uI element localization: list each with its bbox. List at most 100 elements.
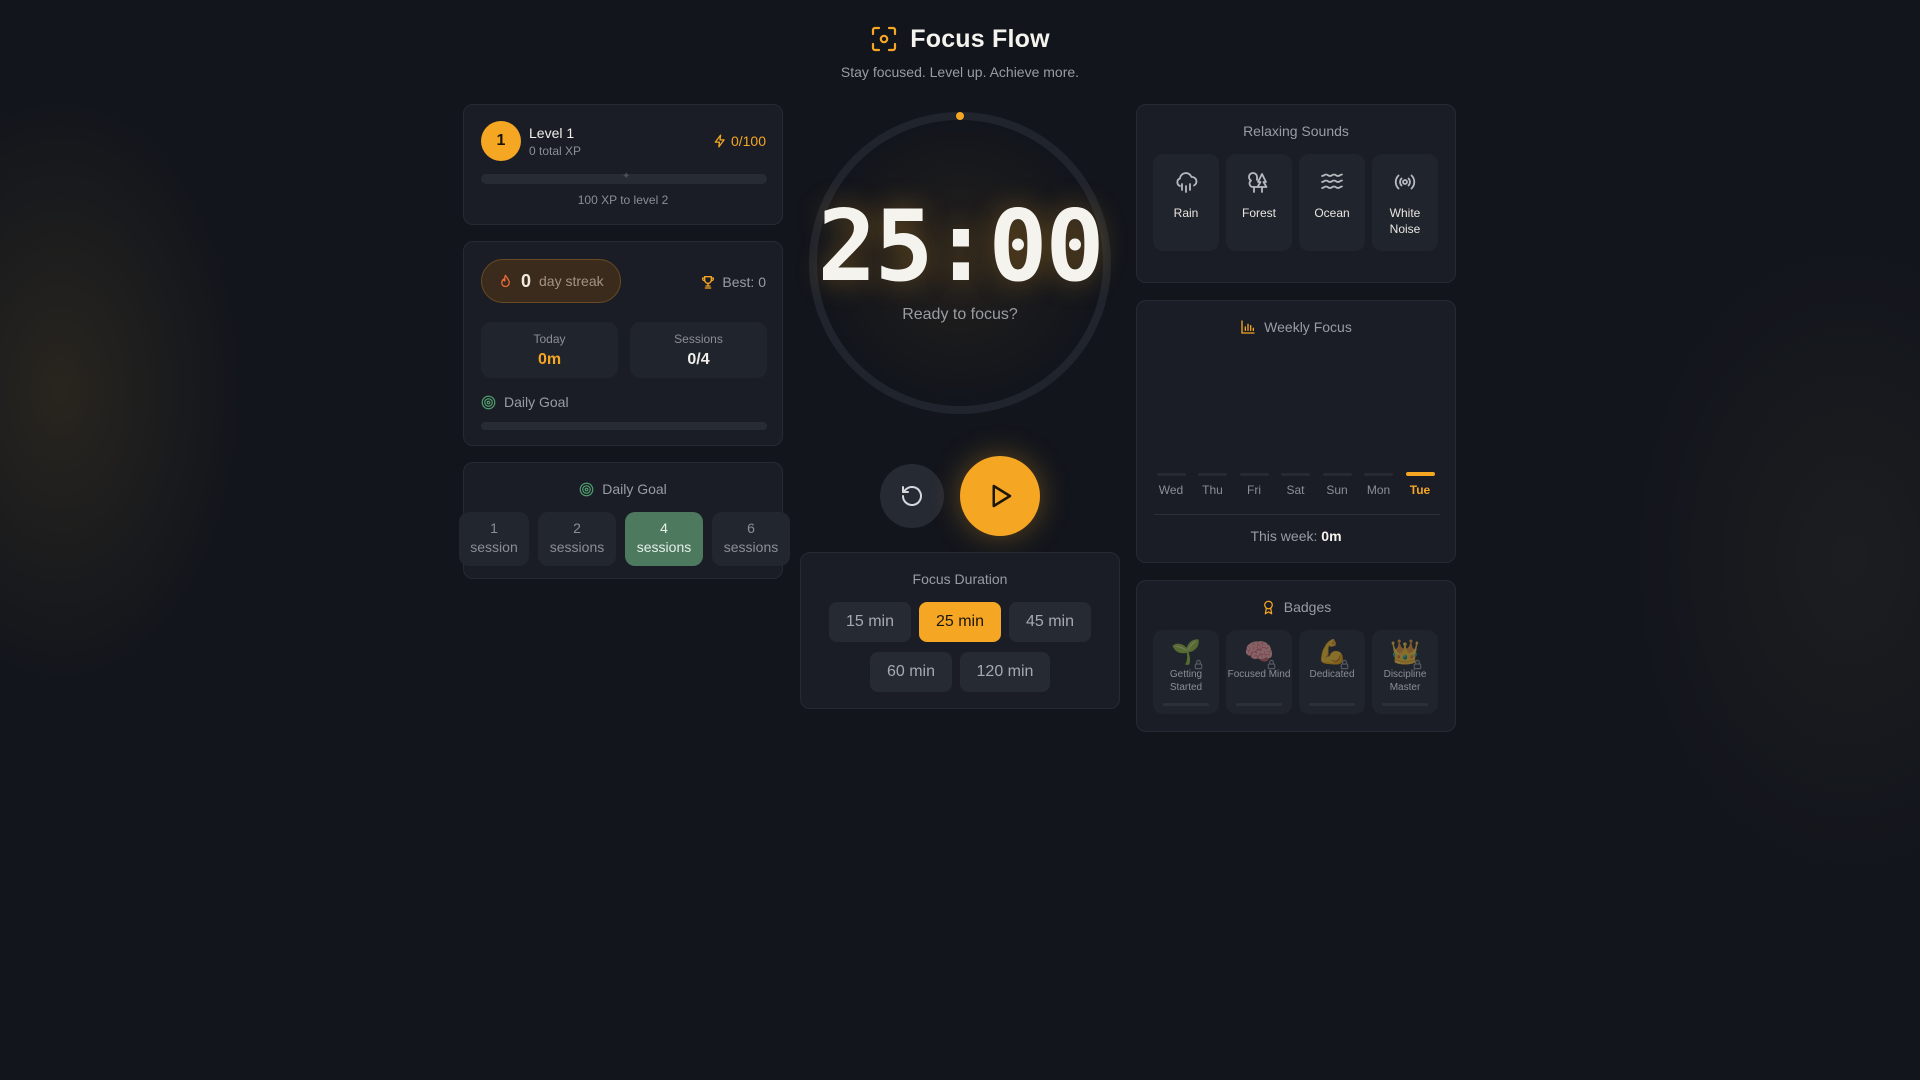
- weekly-focus-header: Weekly Focus: [1137, 319, 1455, 335]
- reset-button[interactable]: [880, 464, 944, 528]
- weekly-bar-thu: [1198, 473, 1227, 476]
- badge-focused-mind[interactable]: 🧠 Focused Mind: [1226, 630, 1292, 714]
- app-title: Focus Flow: [910, 24, 1050, 53]
- badge-progress-bar: [1382, 703, 1428, 706]
- focus-duration-title: Focus Duration: [912, 571, 1008, 587]
- badge-emoji-icon: 💪: [1317, 638, 1349, 670]
- sound-forest-button[interactable]: Forest: [1226, 154, 1292, 251]
- daily-goal-progress-bar: [481, 422, 767, 430]
- goal-option-unit: sessions: [723, 539, 779, 555]
- daily-goal-card: Daily Goal 1 session 2 sessions 4 sessio…: [459, 462, 790, 579]
- badge-emoji-icon: 👑: [1390, 638, 1422, 670]
- weekly-divider: [1154, 514, 1440, 515]
- weekly-total-value: 0m: [1321, 528, 1342, 544]
- weekly-focus-title: Weekly Focus: [1264, 319, 1352, 335]
- weekly-day-label: Tue: [1409, 483, 1431, 497]
- lock-icon: [1267, 659, 1276, 670]
- badge-discipline-master[interactable]: 👑 Discipline Master: [1372, 630, 1438, 714]
- streak-label: day streak: [539, 273, 604, 289]
- timer-status: Ready to focus?: [902, 306, 1018, 323]
- duration-15-button[interactable]: 15 min: [829, 602, 911, 642]
- level-name: Level 1: [529, 125, 575, 141]
- duration-120-button[interactable]: 120 min: [960, 652, 1050, 692]
- badge-emoji-icon: 🌱: [1171, 638, 1203, 670]
- today-label: Today: [533, 332, 566, 346]
- goal-option-2[interactable]: 2 sessions: [538, 512, 616, 566]
- lock-icon: [1340, 659, 1349, 670]
- goal-option-unit: session: [470, 539, 518, 555]
- today-value: 0m: [537, 351, 562, 368]
- total-xp: 0 total XP: [529, 144, 582, 158]
- badge-name: Focused Mind: [1227, 669, 1291, 680]
- xp-progress-label: 0/100: [713, 133, 766, 149]
- badge-progress-bar: [1309, 703, 1355, 706]
- weekly-day-label: Thu: [1202, 483, 1223, 497]
- relaxing-sounds-card: Relaxing Sounds Rain Forest Ocean White …: [1136, 104, 1456, 283]
- goal-option-1[interactable]: 1 session: [459, 512, 529, 566]
- sound-white-noise-button[interactable]: White Noise: [1372, 154, 1438, 251]
- target-icon: [579, 482, 594, 496]
- badge-getting-started[interactable]: 🌱 Getting Started: [1153, 630, 1219, 714]
- app-subtitle: Stay focused. Level up. Achieve more.: [840, 64, 1080, 80]
- weekly-bar-tue: [1405, 472, 1435, 476]
- weekly-day-label: Sat: [1286, 483, 1305, 497]
- goal-option-number: 2: [573, 520, 581, 536]
- goal-option-number: 1: [490, 520, 498, 536]
- trees-icon: [1248, 172, 1268, 193]
- relaxing-sounds-title: Relaxing Sounds: [1243, 123, 1349, 139]
- xp-progress-value: 0/100: [730, 133, 766, 149]
- streak-pill: 0 day streak: [481, 259, 621, 303]
- duration-45-button[interactable]: 45 min: [1009, 602, 1091, 642]
- flame-icon: [501, 274, 510, 287]
- cloud-rain-icon: [1176, 172, 1198, 193]
- daily-goal-progress-label: Daily Goal: [481, 394, 569, 410]
- weekly-day-label: Sun: [1326, 483, 1348, 497]
- duration-60-button[interactable]: 60 min: [870, 652, 952, 692]
- weekly-day-label: Wed: [1158, 483, 1184, 497]
- play-button[interactable]: [960, 456, 1040, 536]
- target-icon: [481, 395, 496, 409]
- badge-dedicated[interactable]: 💪 Dedicated: [1299, 630, 1365, 714]
- title-row: Focus Flow: [0, 24, 1920, 54]
- badge-progress-bar: [1236, 703, 1282, 706]
- badge-name: Dedicated: [1309, 669, 1355, 680]
- sound-label: White Noise: [1389, 206, 1421, 236]
- badge-name: Discipline Master: [1383, 669, 1427, 693]
- weekly-day-label: Mon: [1366, 483, 1391, 497]
- sessions-stat: Sessions 0/4: [630, 322, 767, 378]
- sound-label: Forest: [1241, 206, 1276, 220]
- badges-title: Badges: [1283, 599, 1332, 615]
- goal-option-unit: sessions: [549, 539, 605, 555]
- xp-to-next-level: 100 XP to level 2: [577, 193, 669, 207]
- level-badge: 1: [481, 121, 521, 161]
- weekly-bar-fri: [1239, 473, 1269, 476]
- badges-card: Badges 🌱 Getting Started 🧠 Focused Mind 💪 Ded…: [1136, 580, 1456, 732]
- weekly-total-label: This week:: [1250, 528, 1318, 544]
- streak-count: 0: [521, 270, 532, 291]
- today-stat: Today 0m: [481, 322, 618, 378]
- badge-emoji-icon: 🧠: [1244, 638, 1276, 670]
- sessions-label: Sessions: [674, 332, 723, 346]
- duration-25-button[interactable]: 25 min: [919, 602, 1001, 642]
- goal-option-unit: sessions: [636, 539, 692, 555]
- sound-label: Ocean: [1314, 206, 1350, 220]
- sound-rain-button[interactable]: Rain: [1153, 154, 1219, 251]
- sessions-value: 0/4: [687, 351, 710, 368]
- xp-progress-bar: ✦: [481, 171, 767, 184]
- badge-progress-bar: [1163, 703, 1209, 706]
- sound-ocean-button[interactable]: Ocean: [1299, 154, 1365, 251]
- weekly-bar-sat: [1281, 473, 1310, 476]
- daily-goal-title: Daily Goal: [602, 481, 667, 497]
- xp-progress-marker: ✦: [622, 171, 631, 182]
- bar-chart-icon: [1241, 320, 1255, 334]
- best-streak: Best: 0: [700, 274, 766, 290]
- weekly-total: This week: 0m: [1137, 528, 1455, 544]
- weekly-bar-wed: [1156, 473, 1186, 476]
- badge-name: Getting Started: [1169, 669, 1203, 693]
- goal-option-6[interactable]: 6 sessions: [712, 512, 790, 566]
- goal-option-4[interactable]: 4 sessions: [625, 512, 703, 566]
- award-icon: [1263, 600, 1273, 614]
- trophy-icon: [702, 276, 715, 289]
- badges-header: Badges: [1137, 599, 1455, 615]
- play-icon: [992, 484, 1012, 508]
